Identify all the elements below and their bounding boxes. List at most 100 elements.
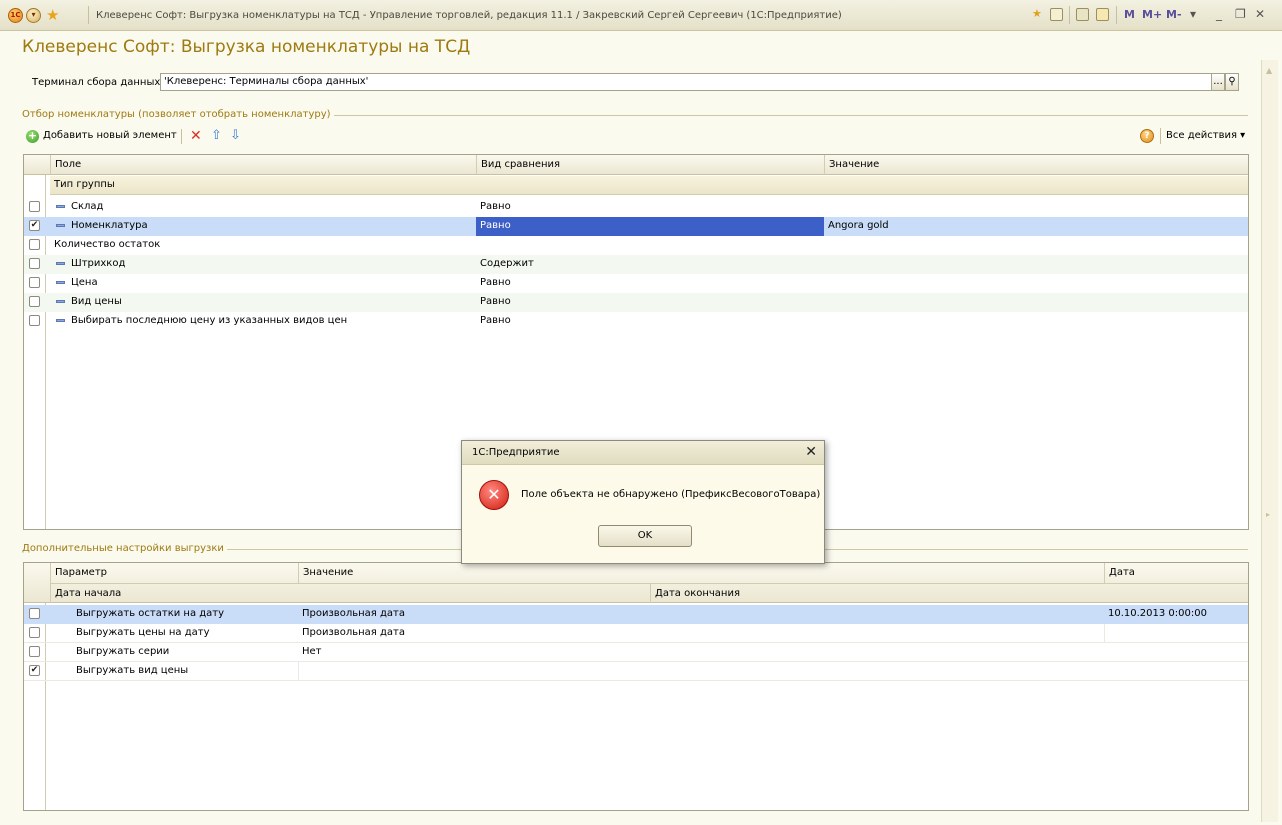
field-marker-icon bbox=[56, 204, 65, 208]
row-field[interactable]: Выбирать последнюю цену из указанных вид… bbox=[50, 312, 476, 331]
row-checkbox-checked[interactable]: ✔ bbox=[29, 665, 40, 676]
row-checkbox[interactable] bbox=[29, 201, 40, 212]
row-parameter[interactable]: Выгружать серии bbox=[72, 643, 298, 662]
scroll-up-icon[interactable]: ▲ bbox=[1266, 66, 1272, 75]
window-title: Клеверенс Софт: Выгрузка номенклатуры на… bbox=[96, 10, 842, 21]
vertical-scrollbar[interactable]: ▲ ▸ bbox=[1261, 60, 1278, 822]
row-value[interactable] bbox=[824, 255, 1248, 274]
column-header-value[interactable]: Значение bbox=[298, 563, 1104, 583]
row-parameter[interactable]: Выгружать остатки на дату bbox=[72, 605, 298, 624]
row-date[interactable]: 10.10.2013 0:00:00 bbox=[1104, 605, 1248, 624]
field-marker-icon bbox=[56, 318, 65, 322]
terminal-input[interactable]: 'Клеверенс: Терминалы сбора данных' bbox=[160, 73, 1212, 91]
row-value[interactable]: Нет bbox=[298, 643, 1104, 662]
row-checkbox[interactable] bbox=[29, 608, 40, 619]
row-checkbox[interactable] bbox=[29, 646, 40, 657]
table-row[interactable]: Вид цены Равно bbox=[24, 293, 1248, 312]
row-comparison[interactable]: Равно bbox=[476, 198, 824, 217]
table-row[interactable]: Склад Равно bbox=[24, 198, 1248, 217]
history-icon[interactable] bbox=[1050, 8, 1063, 21]
row-checkbox[interactable] bbox=[29, 627, 40, 638]
row-comparison[interactable]: Равно bbox=[476, 274, 824, 293]
delete-icon[interactable]: ✕ bbox=[190, 128, 202, 144]
row-date[interactable] bbox=[1104, 624, 1248, 643]
group-row[interactable]: Тип группы bbox=[50, 176, 1248, 195]
move-up-icon[interactable]: ⇧ bbox=[211, 128, 222, 143]
table-row[interactable]: Выбирать последнюю цену из указанных вид… bbox=[24, 312, 1248, 331]
memory-mminus-button[interactable]: M- bbox=[1166, 8, 1182, 21]
row-checkbox[interactable] bbox=[29, 296, 40, 307]
row-value[interactable]: Angora gold bbox=[824, 217, 1248, 236]
row-field[interactable]: Номенклатура bbox=[50, 217, 476, 236]
row-field[interactable]: Штрихкод bbox=[50, 255, 476, 274]
table-row[interactable]: Штрихкод Содержит bbox=[24, 255, 824, 274]
field-marker-icon bbox=[56, 261, 65, 265]
row-parameter[interactable]: Выгружать вид цены bbox=[72, 662, 298, 681]
minimize-icon[interactable]: _ bbox=[1216, 7, 1222, 21]
row-comparison-active[interactable]: Равно bbox=[476, 217, 824, 236]
row-field[interactable]: Цена bbox=[50, 274, 476, 293]
table-row[interactable]: Количество остаток bbox=[24, 236, 1248, 255]
calculator-icon[interactable] bbox=[1076, 8, 1089, 21]
row-checkbox[interactable] bbox=[29, 315, 40, 326]
row-field[interactable]: Количество остаток bbox=[50, 236, 476, 255]
row-value[interactable]: Произвольная дата bbox=[298, 605, 1104, 624]
extra-grid-header: Параметр Значение Дата Дата начала Дата … bbox=[24, 563, 1248, 603]
row-checkbox-checked[interactable]: ✔ bbox=[29, 220, 40, 231]
calendar-icon[interactable] bbox=[1096, 8, 1109, 21]
table-row[interactable]: Выгружать серии Нет bbox=[24, 643, 1248, 662]
scroll-grip-icon[interactable]: ▸ bbox=[1266, 510, 1270, 519]
form-title: Клеверенс Софт: Выгрузка номенклатуры на… bbox=[22, 37, 471, 57]
row-comparison[interactable]: Равно bbox=[476, 293, 824, 312]
move-down-icon[interactable]: ⇩ bbox=[230, 128, 241, 143]
dialog-title-bar[interactable]: 1С:Предприятие ✕ bbox=[462, 441, 824, 465]
column-header-value[interactable]: Значение bbox=[824, 155, 1248, 175]
add-icon[interactable]: + bbox=[26, 130, 39, 143]
row-checkbox[interactable] bbox=[29, 277, 40, 288]
add-favorite-icon[interactable]: ★ bbox=[1032, 7, 1042, 20]
app-logo-icon[interactable]: 1С bbox=[8, 8, 23, 23]
column-header-date[interactable]: Дата bbox=[1104, 563, 1248, 583]
column-header-parameter[interactable]: Параметр bbox=[50, 563, 298, 583]
column-header-start-date[interactable]: Дата начала bbox=[50, 583, 650, 603]
main-menu-icon[interactable]: ▾ bbox=[26, 8, 41, 23]
all-actions-menu[interactable]: Все действия ▾ bbox=[1166, 130, 1245, 141]
row-comparison[interactable]: Равно bbox=[476, 312, 824, 331]
row-value[interactable]: Произвольная дата bbox=[298, 624, 1104, 643]
row-parameter[interactable]: Выгружать цены на дату bbox=[72, 624, 298, 643]
terminal-open-search-icon[interactable]: ⚲ bbox=[1225, 73, 1239, 91]
memory-m-button[interactable]: M bbox=[1124, 8, 1135, 21]
restore-icon[interactable]: ❐ bbox=[1235, 7, 1246, 21]
row-field[interactable]: Склад bbox=[50, 198, 476, 217]
column-header-end-date[interactable]: Дата окончания bbox=[650, 583, 1248, 603]
terminal-select-button[interactable]: ... bbox=[1211, 73, 1225, 91]
row-field-text: Склад bbox=[71, 201, 104, 212]
field-marker-icon bbox=[56, 299, 65, 303]
row-value[interactable] bbox=[824, 198, 1248, 217]
table-row[interactable]: ✔ Выгружать вид цены bbox=[24, 662, 1248, 681]
field-marker-icon bbox=[56, 280, 65, 284]
column-header-field[interactable]: Поле bbox=[50, 155, 500, 175]
table-row[interactable]: Выгружать цены на дату Произвольная дата bbox=[24, 624, 1248, 643]
row-checkbox[interactable] bbox=[29, 239, 40, 250]
row-value[interactable] bbox=[298, 662, 1104, 681]
dialog-close-icon[interactable]: ✕ bbox=[805, 444, 817, 460]
memory-mplus-button[interactable]: M+ bbox=[1142, 8, 1162, 21]
column-header-comparison[interactable]: Вид сравнения bbox=[476, 155, 824, 175]
help-icon[interactable]: ? bbox=[1140, 129, 1154, 143]
toolbar-separator bbox=[1160, 128, 1161, 144]
favorites-star-icon[interactable]: ★ bbox=[46, 6, 59, 24]
row-field[interactable]: Вид цены bbox=[50, 293, 476, 312]
table-row-selected[interactable]: Выгружать остатки на дату Произвольная д… bbox=[24, 605, 1248, 624]
row-checkbox[interactable] bbox=[29, 258, 40, 269]
window-menu-icon[interactable]: ▾ bbox=[1190, 7, 1196, 21]
table-row[interactable]: Цена Равно bbox=[24, 274, 1248, 293]
row-field-text: Выбирать последнюю цену из указанных вид… bbox=[71, 315, 348, 326]
row-field-text: Вид цены bbox=[71, 296, 122, 307]
row-comparison[interactable]: Содержит bbox=[476, 255, 824, 274]
dialog-message: Поле объекта не обнаружено (ПрефиксВесов… bbox=[521, 489, 821, 500]
add-element-button[interactable]: Добавить новый элемент bbox=[43, 130, 177, 141]
close-icon[interactable]: ✕ bbox=[1255, 7, 1265, 21]
table-row-selected[interactable]: ✔ Номенклатура Равно Angora gold bbox=[24, 217, 1248, 236]
ok-button[interactable]: OK bbox=[598, 525, 692, 547]
